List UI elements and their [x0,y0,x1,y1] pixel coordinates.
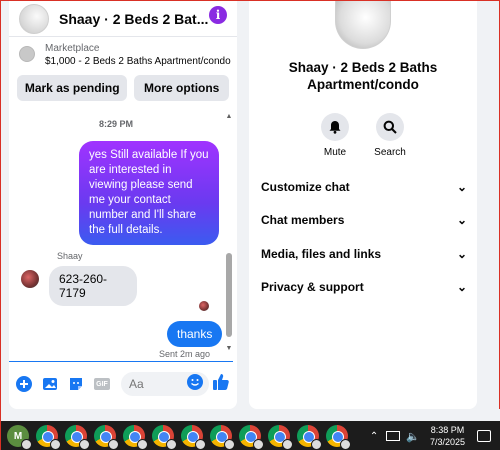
message-composer: GIF [9,367,237,401]
search-label: Search [374,147,406,158]
composer-divider [9,361,233,362]
sent-status: Sent 2m ago [159,349,211,359]
listing-source: Marketplace [45,43,100,54]
profile-badge-icon [166,439,177,450]
mute-button[interactable]: Mute [310,113,360,158]
clock-date: 7/3/2025 [429,437,465,447]
sender-avatar[interactable] [21,270,39,288]
profile-badge-icon [340,439,351,450]
scrollbar[interactable]: ▲ ▼ [225,113,233,353]
scroll-thumb[interactable] [226,253,232,337]
plus-icon[interactable] [13,373,35,395]
profile-badge-icon [79,439,90,450]
section-chat-members[interactable]: Chat members ⌄ [261,210,467,230]
chrome-icon[interactable] [36,425,61,450]
avatar[interactable] [335,1,391,49]
profile-badge-icon [253,439,264,450]
avatar[interactable] [19,3,49,34]
listing-description: $1,000 - 2 Beds 2 Baths Apartment/condo [45,56,231,67]
chrome-icon[interactable] [297,425,322,450]
listing-thumbnail [19,46,35,62]
system-tray: ⌃ 🔈 8:38 PM 7/3/2025 [370,421,499,450]
section-customize-chat[interactable]: Customize chat ⌄ [261,177,467,197]
profile-badge-icon [21,439,32,450]
chrome-icon[interactable] [181,425,206,450]
info-icon[interactable]: i [209,6,227,24]
bell-icon [321,113,349,141]
message-timestamp: 8:29 PM [98,119,133,129]
gif-icon[interactable]: GIF [91,373,113,395]
sender-name: Shaay [57,251,83,261]
chat-info-panel: Shaay · 2 Beds 2 Baths Apartment/condo M… [249,1,477,409]
more-options-button[interactable]: More options [134,75,229,101]
clock[interactable]: 8:38 PM 7/3/2025 [430,424,465,448]
chrome-icon[interactable] [268,425,293,450]
profile-badge-icon [282,439,293,450]
sticker-icon[interactable] [65,373,87,395]
section-label: Customize chat [261,180,350,194]
volume-icon[interactable]: 🔈 [406,430,420,443]
image-icon[interactable] [39,373,61,395]
profile-badge-icon [108,439,119,450]
chrome-icon[interactable] [326,425,351,450]
section-privacy-support[interactable]: Privacy & support ⌄ [261,277,467,297]
chrome-icon[interactable] [65,425,90,450]
thumbs-up-icon[interactable] [211,372,231,395]
scroll-up-arrow-icon[interactable]: ▲ [225,113,233,121]
scroll-track[interactable] [225,121,233,345]
profile-badge-icon [137,439,148,450]
taskbar-app-icon[interactable]: M [7,425,32,450]
profile-badge-icon [195,439,206,450]
search-button[interactable]: Search [365,113,415,158]
chrome-icon[interactable] [210,425,235,450]
emoji-icon[interactable] [186,373,204,394]
desktop-gap [1,409,500,421]
chat-title[interactable]: Shaay · 2 Beds 2 Bat... [59,11,219,27]
chevron-down-icon: ⌄ [456,247,467,261]
notification-icon[interactable] [477,430,491,442]
chevron-down-icon: ⌄ [456,280,467,294]
profile-badge-icon [311,439,322,450]
seen-avatar [199,301,209,311]
outgoing-message[interactable]: yes Still available If you are intereste… [79,141,219,245]
clock-time: 8:38 PM [430,425,465,435]
scroll-down-arrow-icon[interactable]: ▼ [225,345,233,353]
section-label: Privacy & support [261,280,364,294]
incoming-message[interactable]: 623-260-7179 [49,266,137,306]
chat-panel: Shaay · 2 Beds 2 Bat... i Marketplace $1… [9,1,237,409]
outgoing-message[interactable]: thanks [167,321,223,347]
chrome-icon[interactable] [152,425,177,450]
profile-badge-icon [50,439,61,450]
network-icon[interactable] [386,431,401,441]
chevron-down-icon: ⌄ [456,180,467,194]
chrome-icon[interactable] [239,425,264,450]
section-media-files-links[interactable]: Media, files and links ⌄ [261,244,467,264]
message-list: 8:29 PM yes Still available If you are i… [9,109,237,361]
chevron-down-icon: ⌄ [456,213,467,227]
info-title: Shaay · 2 Beds 2 Baths Apartment/condo [288,60,438,92]
search-icon [376,113,404,141]
profile-badge-icon [224,439,235,450]
mark-as-pending-button[interactable]: Mark as pending [17,75,128,101]
chevron-up-icon[interactable]: ⌃ [370,431,378,442]
marketplace-listing[interactable]: Marketplace $1,000 - 2 Beds 2 Baths Apar… [9,37,237,69]
section-label: Chat members [261,213,345,227]
chat-header: Shaay · 2 Beds 2 Bat... i [9,1,237,37]
listing-actions: Mark as pending More options [9,69,237,107]
mute-label: Mute [323,147,347,158]
chrome-icon[interactable] [123,425,148,450]
section-label: Media, files and links [261,247,382,261]
chrome-icon[interactable] [94,425,119,450]
